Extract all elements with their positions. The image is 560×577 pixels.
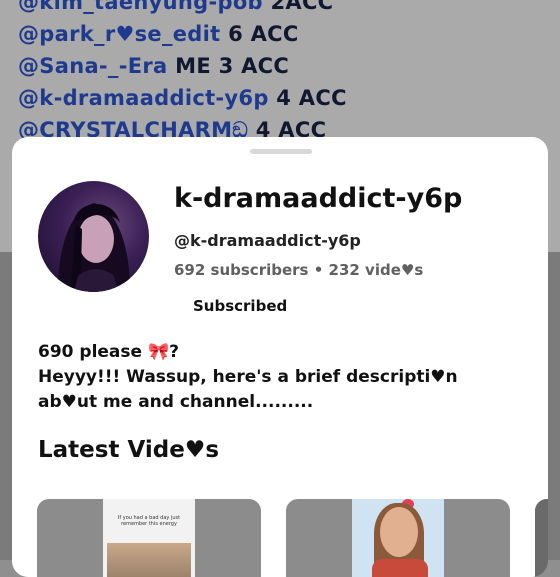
description-line: Heyyy!!! Wassup, here's a brief descript…: [38, 367, 458, 387]
channel-stats: 692 subscribers • 232 vide♥s: [174, 261, 424, 279]
description-line: ab♥ut me and channel.........: [38, 392, 314, 412]
thumbnail-image: [352, 499, 444, 577]
background-handle: @k-dramaaddict-y6p: [18, 86, 269, 110]
thumbnail-photo: [107, 543, 191, 577]
sheet-drag-handle[interactable]: [250, 149, 312, 154]
background-list-line: @kim_taehyung-pob 2ACC: [18, 0, 347, 18]
background-list-line: @k-dramaaddict-y6p 4 ACC: [18, 82, 347, 114]
background-count: ME 3 ACC: [167, 54, 290, 78]
thumbnail-image: [535, 499, 548, 577]
subscribed-button[interactable]: Subscribed: [193, 297, 287, 315]
background-list-line: @park_r♥se_edit 6 ACC: [18, 18, 347, 50]
thumbnail-caption: If you had a bad day just remember this …: [117, 515, 181, 527]
background-count: 6 ACC: [220, 22, 299, 46]
channel-name: k-dramaaddict-y6p: [174, 183, 463, 214]
background-count: 2ACC: [262, 0, 334, 14]
background-handle: @Sana-_-Era: [18, 54, 168, 78]
video-thumbnail[interactable]: If you had a bad day just remember this …: [37, 499, 261, 577]
thumbnail-face: [380, 507, 418, 557]
channel-description[interactable]: 690 please 🎀? Heyyy!!! Wassup, here's a …: [38, 340, 528, 415]
description-line: 690 please 🎀?: [38, 342, 179, 362]
channel-bottom-sheet: k-dramaaddict-y6p @k-dramaaddict-y6p 692…: [12, 137, 548, 577]
background-list-line: @Sana-_-Era ME 3 ACC: [18, 50, 347, 82]
thumbnail-outfit: [372, 559, 428, 577]
channel-handle: @k-dramaaddict-y6p: [174, 231, 361, 250]
video-thumbnail[interactable]: [286, 499, 510, 577]
background-comment-list: @kim_taehyung-pob 2ACC @park_r♥se_edit 6…: [18, 0, 347, 146]
background-handle: @park_r♥se_edit: [18, 22, 221, 46]
channel-avatar[interactable]: [38, 181, 149, 292]
background-count: 4 ACC: [268, 86, 347, 110]
avatar-portrait-icon: [58, 203, 130, 292]
latest-videos-heading: Latest Vide♥s: [38, 437, 220, 463]
background-handle: @kim_taehyung-pob: [18, 0, 263, 14]
thumbnail-image: If you had a bad day just remember this …: [103, 499, 195, 577]
video-thumbnail[interactable]: [535, 499, 548, 577]
